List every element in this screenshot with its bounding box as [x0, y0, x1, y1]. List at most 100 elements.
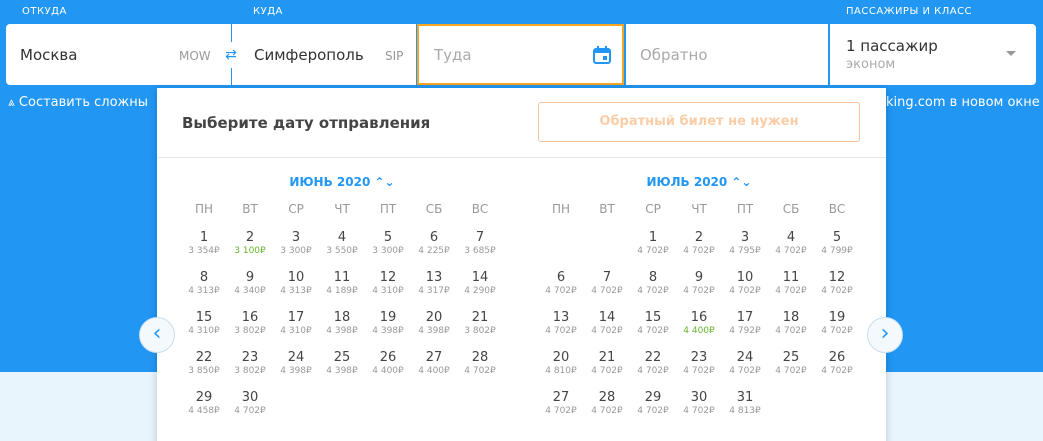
day-cell[interactable]: 53 300₽ [365, 230, 411, 270]
day-cell[interactable]: 18 4 702₽ [768, 310, 814, 350]
day-cell[interactable]: 34 795₽ [722, 230, 768, 270]
days-grid: 13 354₽ 2 3 100₽ 3 3 300₽ 4 3 550₽ 5 3 300₽ 6 4 22… [181, 230, 503, 430]
day-cell[interactable]: 28 4 702₽ [584, 390, 630, 430]
day-cell[interactable]: 13 354₽ [181, 230, 227, 270]
complex-route-link[interactable]: ⩓ Составить сложны [8, 95, 148, 110]
day-number: 24 [287, 350, 305, 365]
day-cell[interactable]: 13 4 702₽ [538, 310, 584, 350]
day-price: 4 795₽ [729, 246, 761, 256]
day-cell[interactable]: 26 4 702₽ [814, 350, 860, 390]
day-cell[interactable]: 21 4 702₽ [584, 350, 630, 390]
day-number: 31 [736, 390, 754, 405]
day-cell[interactable]: 22 4 702₽ [630, 350, 676, 390]
day-cell[interactable]: 19 4 702₽ [814, 310, 860, 350]
day-cell[interactable]: 30 4 702₽ [676, 390, 722, 430]
day-cell[interactable]: 15 4 702₽ [630, 310, 676, 350]
day-price: 3 685₽ [464, 246, 496, 256]
day-cell[interactable]: 12 4 310₽ [365, 270, 411, 310]
day-cell[interactable]: 16 4 400₽ [676, 310, 722, 350]
day-cell[interactable]: 10 4 702₽ [722, 270, 768, 310]
day-cell[interactable]: 11 4 702₽ [768, 270, 814, 310]
prev-month-button[interactable]: ‹ [139, 317, 175, 353]
swap-icon[interactable]: ⇄ [218, 42, 244, 68]
day-cell[interactable]: 15 4 310₽ [181, 310, 227, 350]
day-cell[interactable]: 11 4 189₽ [319, 270, 365, 310]
day-cell[interactable]: 17 4 792₽ [722, 310, 768, 350]
day-cell[interactable]: 21 3 802₽ [457, 310, 503, 350]
day-cell[interactable]: 19 4 398₽ [365, 310, 411, 350]
to-field[interactable]: Симферополь SIP [232, 24, 416, 85]
day-cell[interactable]: 64 702₽ [538, 270, 584, 310]
day-cell[interactable]: 13 4 317₽ [411, 270, 457, 310]
day-cell[interactable]: 24 4 702₽ [722, 350, 768, 390]
day-cell[interactable]: 43 550₽ [319, 230, 365, 270]
no-return-button[interactable]: Обратный билет не нужен [538, 102, 860, 142]
passengers-field[interactable]: 1 пассажир эконом [830, 24, 1036, 85]
day-cell[interactable]: 84 702₽ [630, 270, 676, 310]
day-number: 19 [379, 310, 397, 325]
day-cell[interactable]: 30 4 702₽ [227, 390, 273, 430]
day-cell[interactable]: 29 4 458₽ [181, 390, 227, 430]
day-cell[interactable]: 27 4 400₽ [411, 350, 457, 390]
day-cell[interactable]: 24 4 398₽ [273, 350, 319, 390]
day-cell[interactable]: 24 702₽ [676, 230, 722, 270]
day-cell[interactable]: 14 4 702₽ [584, 310, 630, 350]
month-title[interactable]: ИЮНЬ 2020 ⌃⌄ [181, 174, 503, 202]
month-title[interactable]: ИЮЛЬ 2020 ⌃⌄ [538, 174, 860, 202]
day-price: 4 317₽ [418, 286, 450, 296]
day-cell[interactable]: 20 4 398₽ [411, 310, 457, 350]
day-cell[interactable]: 94 340₽ [227, 270, 273, 310]
day-empty [538, 230, 584, 270]
day-number: 16 [241, 310, 259, 325]
day-cell[interactable]: 27 4 702₽ [538, 390, 584, 430]
day-number: 6 [429, 230, 439, 245]
day-price: 4 702₽ [637, 326, 669, 336]
weekday-label: ПТ [736, 202, 754, 216]
booking-link[interactable]: king.com в новом окне [886, 95, 1040, 110]
day-cell[interactable]: 73 685₽ [457, 230, 503, 270]
day-cell[interactable]: 25 4 398₽ [319, 350, 365, 390]
day-price: 3 802₽ [234, 326, 266, 336]
day-number: 6 [556, 270, 566, 285]
return-date-field[interactable]: Обратно [626, 24, 828, 85]
day-cell[interactable]: 54 799₽ [814, 230, 860, 270]
day-cell[interactable]: 20 4 810₽ [538, 350, 584, 390]
day-cell[interactable]: 33 300₽ [273, 230, 319, 270]
depart-date-field[interactable]: Туда [417, 24, 624, 85]
day-cell[interactable]: 29 4 702₽ [630, 390, 676, 430]
day-price: 4 702₽ [637, 406, 669, 416]
day-cell[interactable]: 14 4 290₽ [457, 270, 503, 310]
day-cell[interactable]: 74 702₽ [584, 270, 630, 310]
day-cell[interactable]: 23 3 802₽ [227, 350, 273, 390]
day-cell[interactable]: 31 4 813₽ [722, 390, 768, 430]
day-cell[interactable]: 12 4 702₽ [814, 270, 860, 310]
day-cell[interactable]: 44 702₽ [768, 230, 814, 270]
weekday-row: ПН ВТ СР ЧТ ПТ СБ ВС [538, 202, 860, 230]
weekday-label: ПН [551, 202, 571, 216]
day-cell[interactable]: 17 4 310₽ [273, 310, 319, 350]
day-cell[interactable]: 94 702₽ [676, 270, 722, 310]
day-price: 4 702₽ [464, 366, 496, 376]
day-number: 20 [425, 310, 443, 325]
day-cell[interactable]: 25 4 702₽ [768, 350, 814, 390]
day-number: 17 [736, 310, 754, 325]
day-cell[interactable]: 22 3 850₽ [181, 350, 227, 390]
month-june: ИЮНЬ 2020 ⌃⌄ ПН ВТ СР ЧТ ПТ СБ ВС 13 354₽ 2 3 10… [181, 174, 503, 430]
day-number: 15 [644, 310, 662, 325]
day-cell[interactable]: 16 3 802₽ [227, 310, 273, 350]
day-cell[interactable]: 84 313₽ [181, 270, 227, 310]
day-cell[interactable]: 64 225₽ [411, 230, 457, 270]
day-cell[interactable]: 23 4 702₽ [676, 350, 722, 390]
next-month-button[interactable]: › [867, 317, 903, 353]
day-cell[interactable]: 23 100₽ [227, 230, 273, 270]
day-cell[interactable]: 10 4 313₽ [273, 270, 319, 310]
day-price: 3 802₽ [464, 326, 496, 336]
day-cell[interactable]: 18 4 398₽ [319, 310, 365, 350]
from-field[interactable]: Москва MOW [6, 24, 231, 85]
month-july: ИЮЛЬ 2020 ⌃⌄ ПН ВТ СР ЧТ ПТ СБ ВС 14 702₽ 2 4 70… [538, 174, 860, 430]
day-number: 25 [782, 350, 800, 365]
day-cell[interactable]: 26 4 400₽ [365, 350, 411, 390]
day-cell[interactable]: 28 4 702₽ [457, 350, 503, 390]
day-cell[interactable]: 14 702₽ [630, 230, 676, 270]
day-price: 4 398₽ [372, 326, 404, 336]
